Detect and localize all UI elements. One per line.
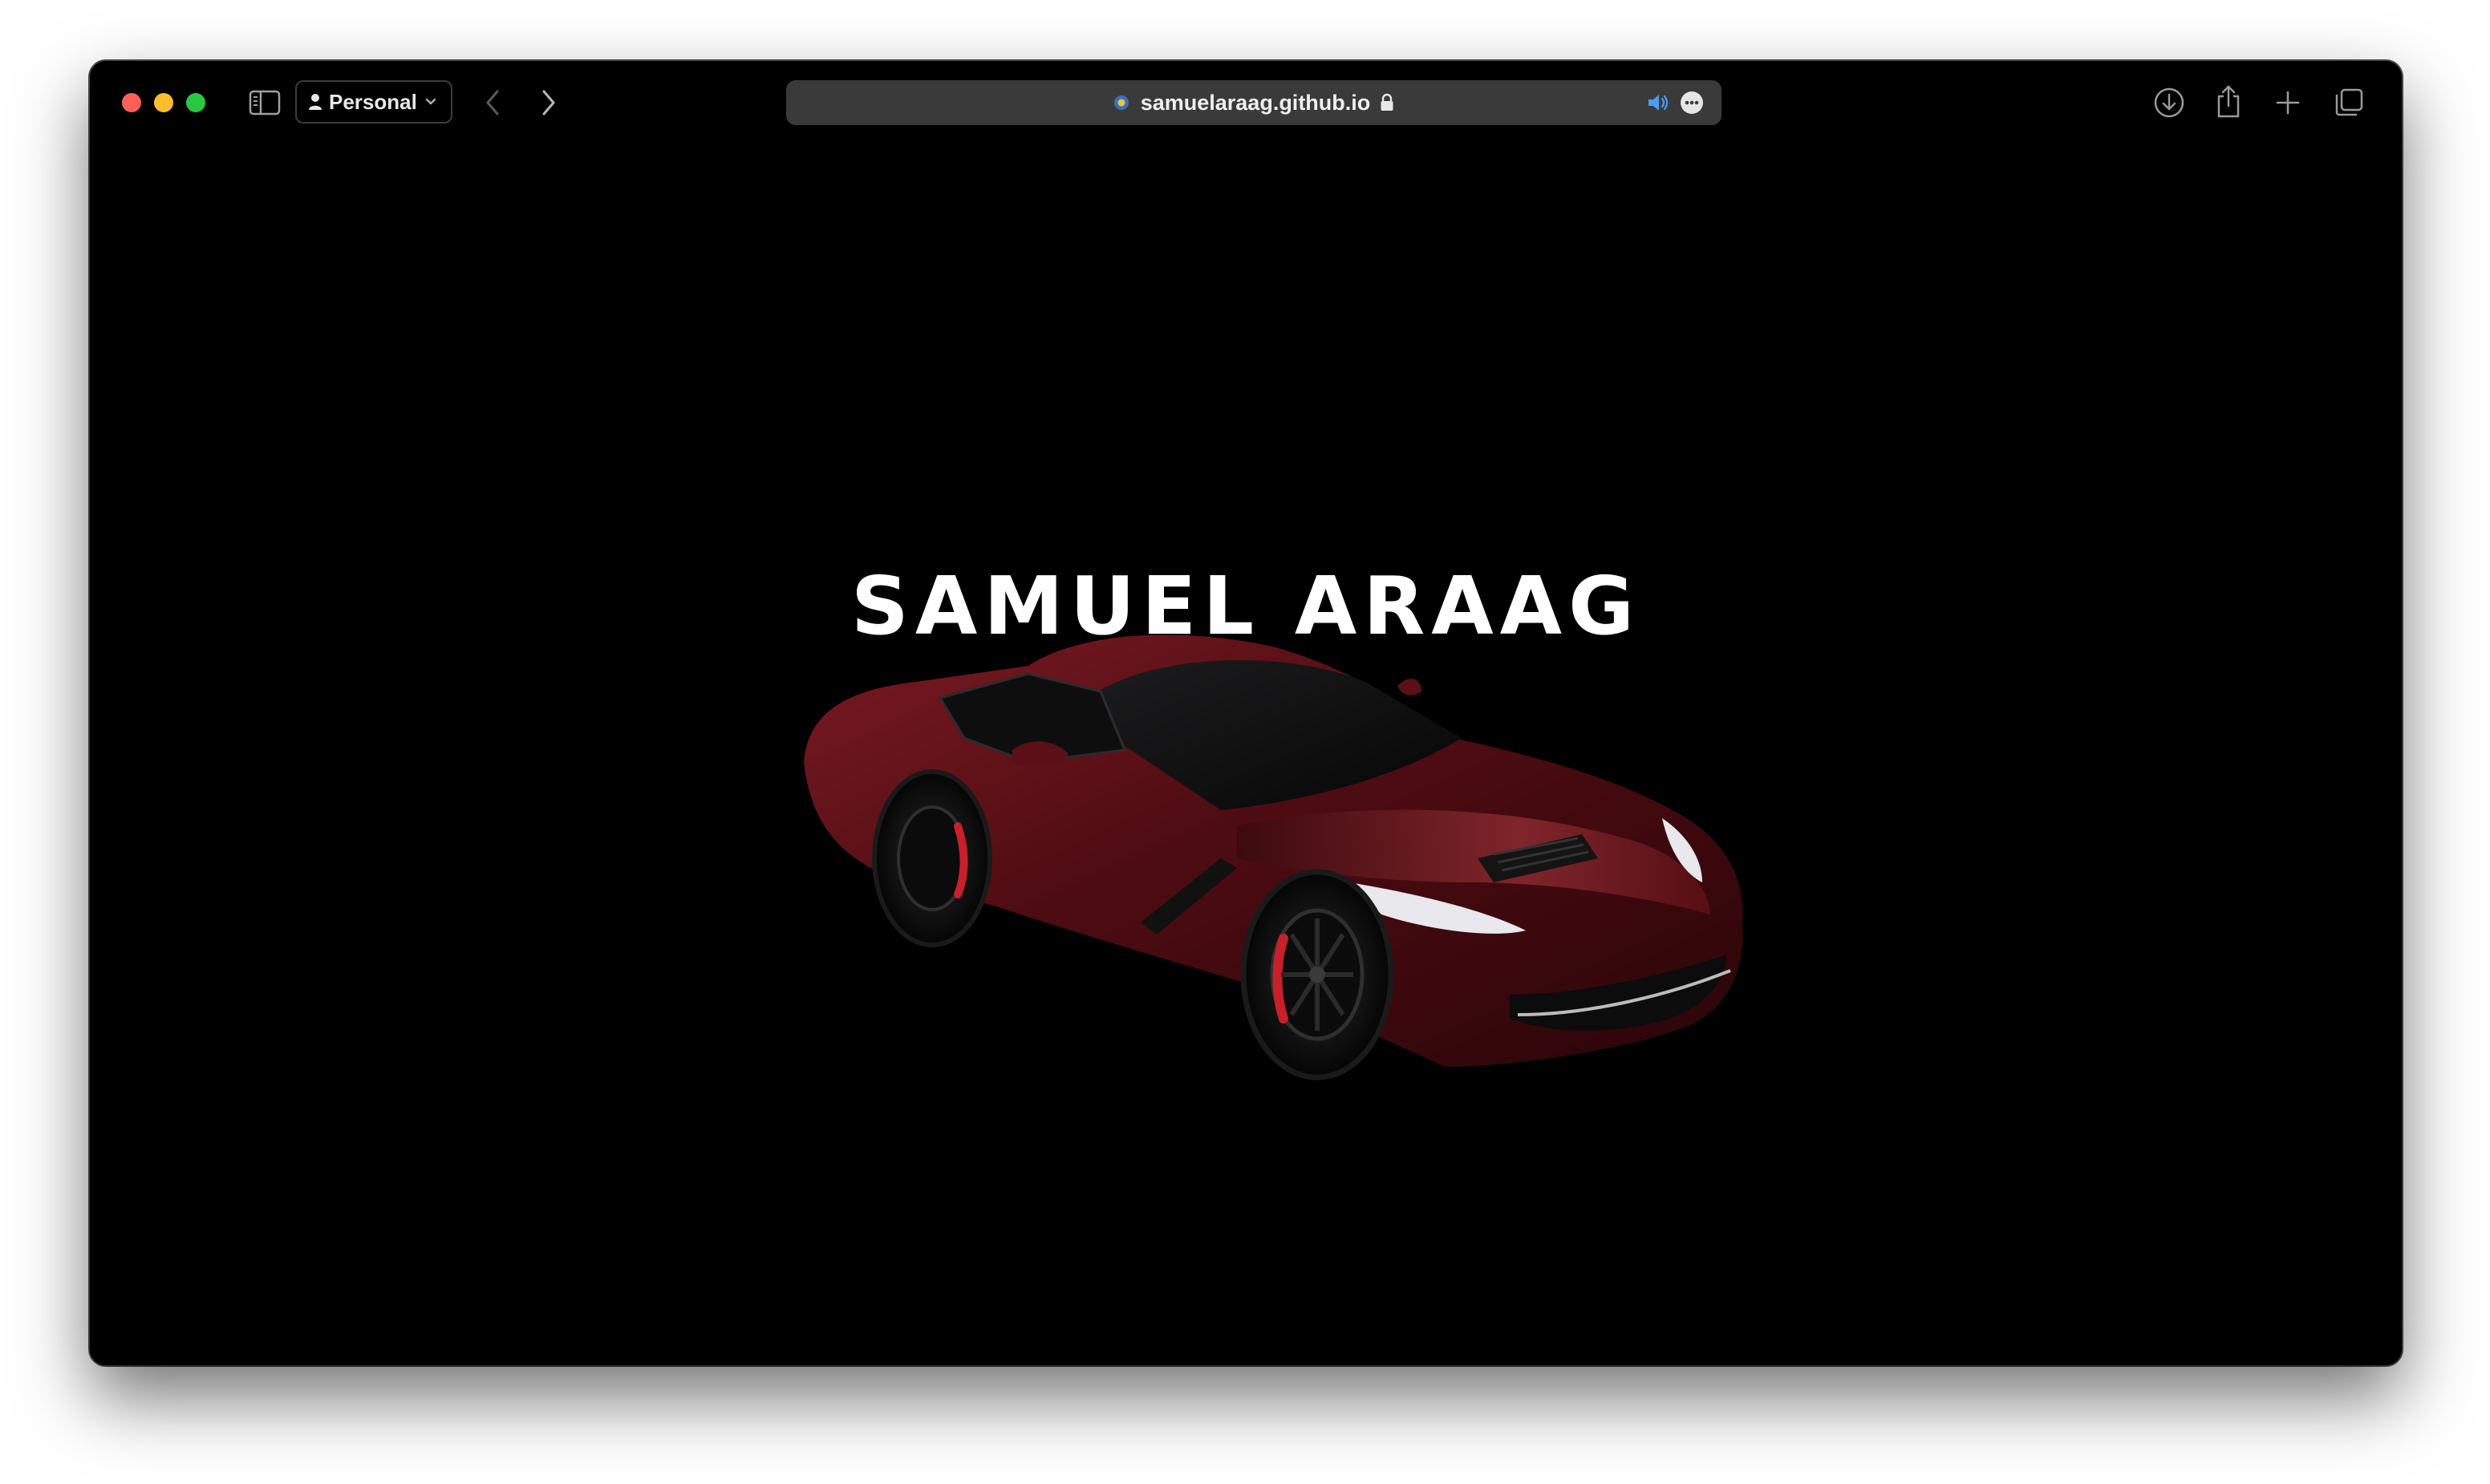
sidebar-icon [249,90,281,116]
forward-arrow-icon [542,90,555,116]
sidebar-toggle-button[interactable] [247,88,282,117]
downloads-button[interactable] [2151,85,2187,120]
new-tab-button[interactable] [2270,85,2305,120]
browser-window: Personal samuelaraag.github.io SAMUEL AR… [90,61,2402,1365]
maximize-window-button[interactable] [186,93,205,112]
back-button[interactable] [477,85,509,120]
profile-selector[interactable]: Personal [295,80,452,124]
address-text: samuelaraag.github.io [1140,90,1371,115]
back-arrow-icon [486,90,499,116]
close-window-button[interactable] [122,93,141,112]
share-icon [2217,85,2240,118]
browser-toolbar: Personal samuelaraag.github.io [90,61,2402,144]
page-menu-button[interactable] [1680,91,1704,115]
chevron-down-icon [425,98,436,106]
speaker-icon [1649,95,1669,111]
lock-icon [1380,93,1394,112]
address-bar[interactable]: samuelaraag.github.io [786,80,1722,125]
plus-icon [2276,91,2300,115]
share-button[interactable] [2211,82,2246,120]
person-icon [308,93,322,111]
minimize-window-button[interactable] [154,93,173,112]
profile-label: Personal [329,89,417,114]
forward-button[interactable] [533,85,565,120]
site-favicon-icon [1113,95,1129,111]
more-icon [1681,91,1703,114]
tab-overview-button[interactable] [2331,85,2366,120]
page-content: SAMUEL ARAAG [90,144,2402,1365]
sports-car-image [804,635,1743,1081]
audio-toggle-button[interactable] [1646,91,1670,114]
tabs-overview-icon [2335,88,2363,116]
address-display: samuelaraag.github.io [786,80,1722,125]
download-icon [2154,87,2184,118]
